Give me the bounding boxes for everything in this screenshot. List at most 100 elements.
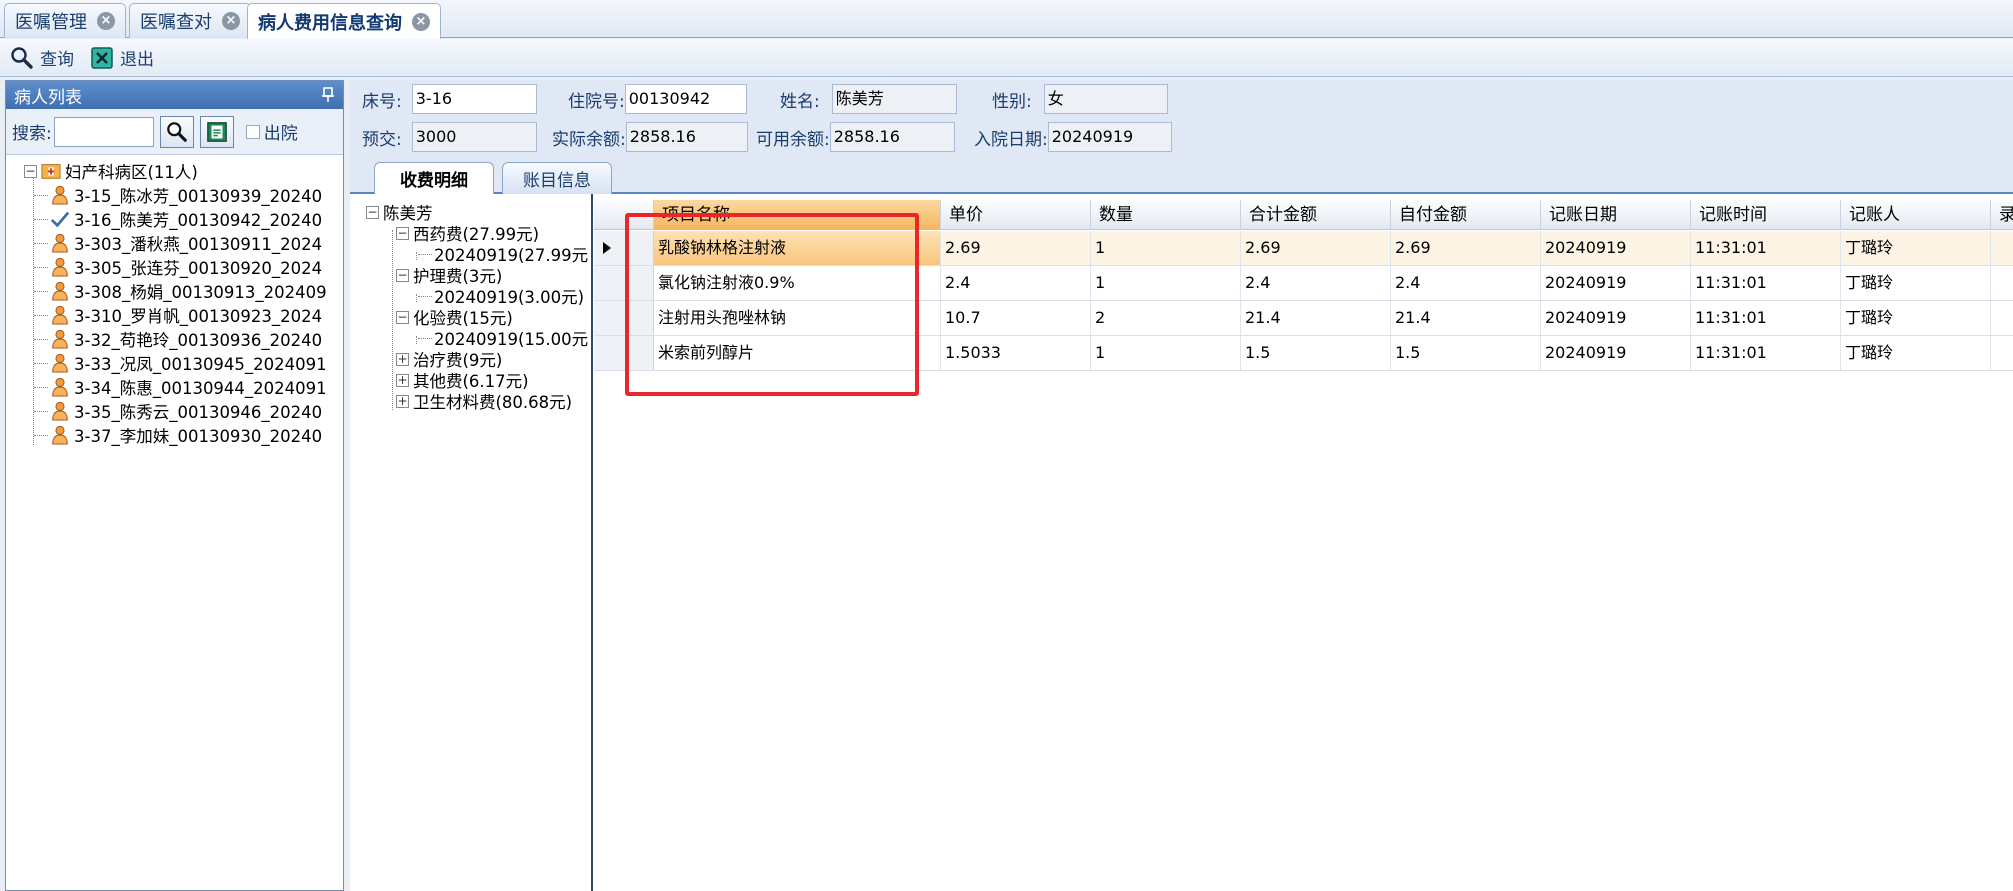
tab-charge-details[interactable]: 收费明细 bbox=[374, 162, 494, 194]
cell-post-time[interactable]: 11:31:01 bbox=[1691, 266, 1841, 300]
cell-post-time[interactable]: 11:31:01 bbox=[1691, 301, 1841, 335]
cell-unit-price[interactable]: 1.5033 bbox=[941, 336, 1091, 370]
admission-no-input[interactable]: 00130942 bbox=[624, 84, 747, 114]
expand-icon[interactable]: + bbox=[396, 352, 409, 366]
collapse-icon[interactable]: − bbox=[396, 310, 409, 324]
cell-poster[interactable]: 丁璐玲 bbox=[1841, 301, 1991, 335]
ward-node[interactable]: − 妇产科病区(11人) bbox=[6, 159, 343, 183]
exit-button[interactable]: 退出 bbox=[90, 45, 154, 70]
cell-unit-price[interactable]: 2.69 bbox=[941, 231, 1091, 265]
cell-total[interactable]: 2.4 bbox=[1241, 266, 1391, 300]
category-node[interactable]: − 化验费(15元) bbox=[396, 307, 513, 328]
patient-node[interactable]: 3-33_况凤_00130945_2024091 bbox=[6, 351, 343, 375]
cell-quantity[interactable]: 1 bbox=[1091, 336, 1241, 370]
cell-unit-price[interactable]: 2.4 bbox=[941, 266, 1091, 300]
exit-label: 退出 bbox=[120, 50, 154, 70]
tab-account-info[interactable]: 账目信息 bbox=[502, 162, 612, 194]
admission-no-label: 住院号: bbox=[568, 91, 625, 112]
column-header-unit-price[interactable]: 单价 bbox=[941, 200, 1091, 230]
cell-post-date[interactable]: 20240919 bbox=[1541, 336, 1691, 370]
patient-node[interactable]: 3-15_陈冰芳_00130939_20240 bbox=[6, 183, 343, 207]
cell-item-name[interactable]: 氯化钠注射液0.9% bbox=[654, 266, 941, 300]
column-header-post-time[interactable]: 记账时间 bbox=[1691, 200, 1841, 230]
cell-self-pay[interactable]: 1.5 bbox=[1391, 336, 1541, 370]
tab-patient-fee-query[interactable]: 病人费用信息查询 × bbox=[247, 3, 441, 39]
bed-input[interactable]: 3-16 bbox=[411, 84, 537, 114]
collapse-icon[interactable]: − bbox=[396, 226, 409, 240]
refresh-button[interactable] bbox=[199, 115, 234, 148]
tab-order-check[interactable]: 医嘱查对 × bbox=[129, 3, 251, 38]
category-node[interactable]: − 西药费(27.99元) bbox=[396, 223, 539, 244]
tab-order-management[interactable]: 医嘱管理 × bbox=[4, 3, 126, 38]
category-node[interactable]: + 治疗费(9元) bbox=[396, 349, 502, 370]
close-icon[interactable]: × bbox=[222, 12, 240, 30]
date-node[interactable]: 20240919(15.00元 bbox=[418, 328, 588, 349]
collapse-icon[interactable]: − bbox=[366, 205, 379, 219]
cell-post-time[interactable]: 11:31:01 bbox=[1691, 336, 1841, 370]
patient-node[interactable]: 3-305_张连芬_00130920_2024 bbox=[6, 255, 343, 279]
cell-item-name[interactable]: 米索前列醇片 bbox=[654, 336, 941, 370]
table-row[interactable]: 注射用头孢唑林钠 10.7 2 21.4 21.4 20240919 11:31… bbox=[594, 301, 2013, 336]
category-node[interactable]: + 其他费(6.17元) bbox=[396, 370, 529, 391]
table-row[interactable]: 乳酸钠林格注射液 2.69 1 2.69 2.69 20240919 11:31… bbox=[594, 231, 2013, 266]
column-header-self-pay[interactable]: 自付金额 bbox=[1391, 200, 1541, 230]
cell-total[interactable]: 2.69 bbox=[1241, 231, 1391, 265]
cell-self-pay[interactable]: 21.4 bbox=[1391, 301, 1541, 335]
column-header-post-date[interactable]: 记账日期 bbox=[1541, 200, 1691, 230]
discharged-checkbox[interactable] bbox=[245, 124, 260, 139]
date-node[interactable]: 20240919(27.99元 bbox=[418, 244, 588, 265]
search-input[interactable] bbox=[53, 116, 154, 147]
table-row[interactable]: 氯化钠注射液0.9% 2.4 1 2.4 2.4 20240919 11:31:… bbox=[594, 266, 2013, 301]
close-icon[interactable]: × bbox=[97, 12, 115, 30]
patient-node-selected[interactable]: 3-16_陈美芳_00130942_20240 bbox=[6, 207, 343, 231]
cell-unit-price[interactable]: 10.7 bbox=[941, 301, 1091, 335]
cell-poster[interactable]: 丁璐玲 bbox=[1841, 336, 1991, 370]
cell-entry[interactable] bbox=[1991, 336, 2013, 370]
expand-icon[interactable]: + bbox=[396, 394, 409, 408]
cell-total[interactable]: 21.4 bbox=[1241, 301, 1391, 335]
cell-entry[interactable] bbox=[1991, 231, 2013, 265]
category-node[interactable]: − 护理费(3元) bbox=[396, 265, 502, 286]
column-header-entry[interactable]: 录 bbox=[1991, 200, 2013, 230]
expand-icon[interactable]: + bbox=[396, 373, 409, 387]
cell-total[interactable]: 1.5 bbox=[1241, 336, 1391, 370]
column-header-item-name[interactable]: 项目名称 bbox=[654, 200, 941, 230]
patient-label: 3-308_杨娟_00130913_202409 bbox=[74, 283, 327, 302]
patient-node[interactable]: 3-35_陈秀云_00130946_20240 bbox=[6, 399, 343, 423]
patient-node[interactable]: 3-308_杨娟_00130913_202409 bbox=[6, 279, 343, 303]
category-root-node[interactable]: − 陈美芳 bbox=[366, 202, 433, 223]
collapse-icon[interactable]: − bbox=[24, 164, 37, 178]
query-button[interactable]: 查询 bbox=[10, 45, 74, 70]
category-node[interactable]: + 卫生材料费(80.68元) bbox=[396, 391, 572, 412]
cell-self-pay[interactable]: 2.4 bbox=[1391, 266, 1541, 300]
cell-quantity[interactable]: 1 bbox=[1091, 266, 1241, 300]
patient-node[interactable]: 3-310_罗肖帆_00130923_2024 bbox=[6, 303, 343, 327]
patient-node[interactable]: 3-303_潘秋燕_00130911_2024 bbox=[6, 231, 343, 255]
patient-node[interactable]: 3-37_李加妹_00130930_20240 bbox=[6, 423, 343, 447]
column-header-total[interactable]: 合计金额 bbox=[1241, 200, 1391, 230]
patient-node[interactable]: 3-32_苟艳玲_00130936_20240 bbox=[6, 327, 343, 351]
cell-post-date[interactable]: 20240919 bbox=[1541, 266, 1691, 300]
cell-item-name[interactable]: 注射用头孢唑林钠 bbox=[654, 301, 941, 335]
column-header-quantity[interactable]: 数量 bbox=[1091, 200, 1241, 230]
cell-post-time[interactable]: 11:31:01 bbox=[1691, 231, 1841, 265]
date-node[interactable]: 20240919(3.00元) bbox=[418, 286, 584, 307]
gender-field: 性别: 女 bbox=[992, 84, 1168, 114]
search-button[interactable] bbox=[159, 115, 194, 148]
cell-post-date[interactable]: 20240919 bbox=[1541, 301, 1691, 335]
cell-quantity[interactable]: 2 bbox=[1091, 301, 1241, 335]
cell-quantity[interactable]: 1 bbox=[1091, 231, 1241, 265]
close-icon[interactable]: × bbox=[412, 12, 430, 31]
cell-item-name[interactable]: 乳酸钠林格注射液 bbox=[654, 231, 941, 265]
column-header-poster[interactable]: 记账人 bbox=[1841, 200, 1991, 230]
cell-entry[interactable] bbox=[1991, 301, 2013, 335]
collapse-icon[interactable]: − bbox=[396, 268, 409, 282]
cell-poster[interactable]: 丁璐玲 bbox=[1841, 266, 1991, 300]
pin-icon[interactable] bbox=[321, 87, 335, 103]
cell-entry[interactable] bbox=[1991, 266, 2013, 300]
cell-self-pay[interactable]: 2.69 bbox=[1391, 231, 1541, 265]
table-row[interactable]: 米索前列醇片 1.5033 1 1.5 1.5 20240919 11:31:0… bbox=[594, 336, 2013, 371]
patient-node[interactable]: 3-34_陈惠_00130944_2024091 bbox=[6, 375, 343, 399]
cell-post-date[interactable]: 20240919 bbox=[1541, 231, 1691, 265]
cell-poster[interactable]: 丁璐玲 bbox=[1841, 231, 1991, 265]
